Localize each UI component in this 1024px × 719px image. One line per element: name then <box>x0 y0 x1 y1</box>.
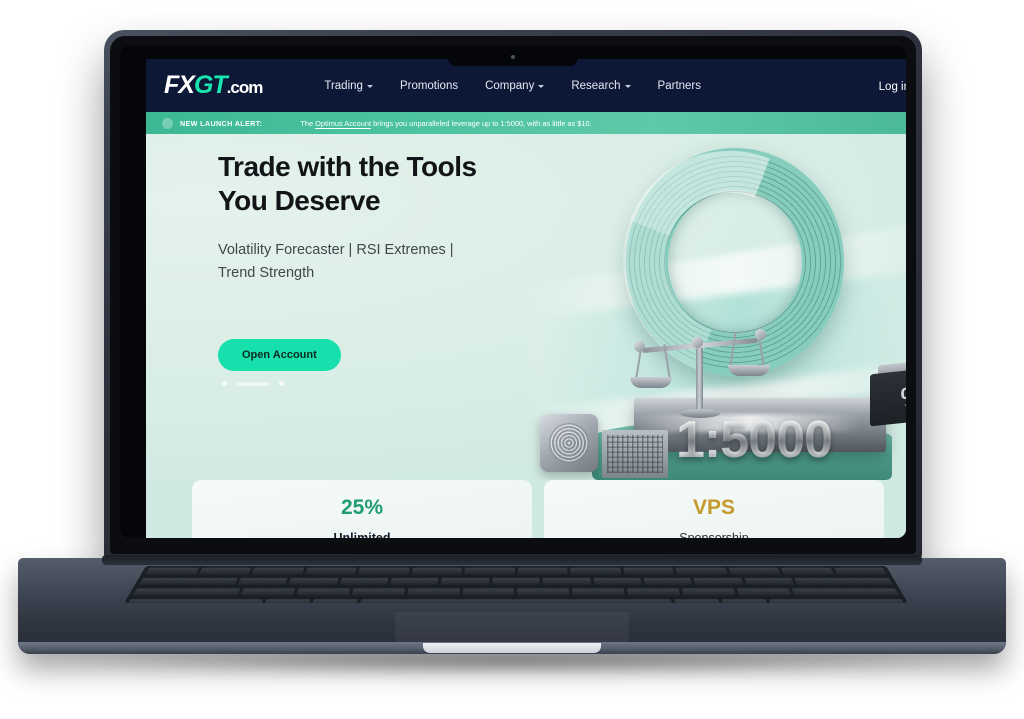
chevron-down-icon <box>366 85 373 88</box>
megaphone-icon <box>162 117 173 129</box>
login-link[interactable]: Log in <box>879 81 906 93</box>
hero-subheading-line2: Trend Strength <box>218 264 315 281</box>
hero-subheading: Volatility Forecaster | RSI Extremes | T… <box>218 239 508 284</box>
site-logo[interactable]: FX GT .com <box>164 71 264 100</box>
feature-card-line1: Unlimited <box>192 531 532 538</box>
metal-block-graphic <box>602 430 668 478</box>
hero-heading: Trade with the Tools You Deserve <box>218 150 548 218</box>
hero-section: % 1:5000 Trade with the Tools You Deserv… <box>146 134 906 480</box>
keyboard-row <box>127 587 904 598</box>
browser-viewport: FX GT .com Trading Promotions Company Re… <box>146 59 906 538</box>
keyboard-row <box>124 597 908 603</box>
laptop-keyboard <box>124 566 908 603</box>
logo-text-gt: GT <box>193 71 228 99</box>
scales-pan-left <box>630 377 672 388</box>
carousel-pagination[interactable] <box>222 381 284 386</box>
feature-cards-row: 25% Unlimited Loyalty Bonus VPS Sponsors… <box>146 480 906 538</box>
laptop-hinge <box>102 555 922 565</box>
nav-item-trading[interactable]: Trading <box>324 80 373 92</box>
nav-item-label: Trading <box>324 79 363 92</box>
feature-card-headline: VPS <box>692 496 736 519</box>
announcement-banner[interactable]: NEW LAUNCH ALERT: The Optimus Account br… <box>146 112 906 134</box>
balance-scales-icon <box>630 322 770 418</box>
hero-artwork: % 1:5000 <box>518 134 906 480</box>
nav-item-promotions[interactable]: Promotions <box>400 80 458 92</box>
nav-links: Trading Promotions Company Research Part… <box>324 80 701 92</box>
logo-text-com: .com <box>226 78 264 97</box>
screen-bezel: FX GT .com Trading Promotions Company Re… <box>120 46 906 538</box>
laptop-front-lip <box>423 643 601 653</box>
logo-text-fx: FX <box>164 71 195 99</box>
carousel-dot-active[interactable] <box>236 381 270 386</box>
nav-item-research[interactable]: Research <box>571 79 631 92</box>
hero-subheading-line1: Volatility Forecaster | RSI Extremes | <box>218 242 454 259</box>
coin-graphic <box>540 414 598 472</box>
nav-item-label: Research <box>571 79 621 92</box>
scales-knob <box>634 341 645 352</box>
announcement-message: The Optimus Account brings you unparalle… <box>300 119 591 128</box>
laptop-lid-inner: FX GT .com Trading Promotions Company Re… <box>110 36 916 554</box>
webcam-notch <box>448 46 578 66</box>
nav-item-company[interactable]: Company <box>485 79 545 92</box>
top-navigation-bar: FX GT .com Trading Promotions Company Re… <box>146 59 906 112</box>
announcement-tag: NEW LAUNCH ALERT: <box>180 118 263 128</box>
scales-pan-right <box>728 365 770 376</box>
keyboard-row <box>140 566 892 576</box>
hero-copy: Trade with the Tools You Deserve Volatil… <box>218 150 548 284</box>
announcement-message-pre: The <box>300 118 316 128</box>
nav-right-group: Log in <box>879 77 906 95</box>
chevron-down-icon <box>624 85 631 88</box>
nav-item-label: Promotions <box>399 79 459 92</box>
scales-string <box>729 332 737 366</box>
hero-heading-line1: Trade with the Tools <box>218 151 477 182</box>
nav-item-label: Company <box>485 79 535 92</box>
nav-item-label: Partners <box>657 79 702 92</box>
carousel-dot[interactable] <box>279 381 284 386</box>
feature-card-loyalty-bonus[interactable]: 25% Unlimited Loyalty Bonus <box>192 480 532 538</box>
laptop-base <box>18 555 1006 654</box>
screenshot-stage: FX GT .com Trading Promotions Company Re… <box>0 0 1024 719</box>
scales-post <box>696 340 703 414</box>
laptop-trackpad[interactable] <box>395 612 629 642</box>
chevron-down-icon <box>538 85 545 88</box>
feature-card-line1: Sponsorship <box>544 531 884 538</box>
laptop-lid: FX GT .com Trading Promotions Company Re… <box>104 30 922 560</box>
carousel-dot[interactable] <box>222 381 227 386</box>
leverage-number-graphic: 1:5000 <box>676 411 833 469</box>
announcement-message-link[interactable]: Optimus Account <box>315 119 371 128</box>
feature-card-vps[interactable]: VPS Sponsorship <box>544 480 884 538</box>
hero-heading-line2: You Deserve <box>218 185 381 217</box>
feature-card-headline: 25% <box>340 496 384 519</box>
scales-knob <box>692 337 703 348</box>
open-account-button[interactable]: Open Account <box>218 339 341 371</box>
website-content: FX GT .com Trading Promotions Company Re… <box>146 59 906 538</box>
scales-knob <box>755 329 766 340</box>
webcam-icon <box>511 55 515 59</box>
announcement-message-post: brings you unparalleled leverage up to 1… <box>371 118 592 128</box>
keyboard-row <box>134 576 898 586</box>
percent-symbol-graphic: % <box>870 365 906 427</box>
nav-item-partners[interactable]: Partners <box>658 80 701 92</box>
